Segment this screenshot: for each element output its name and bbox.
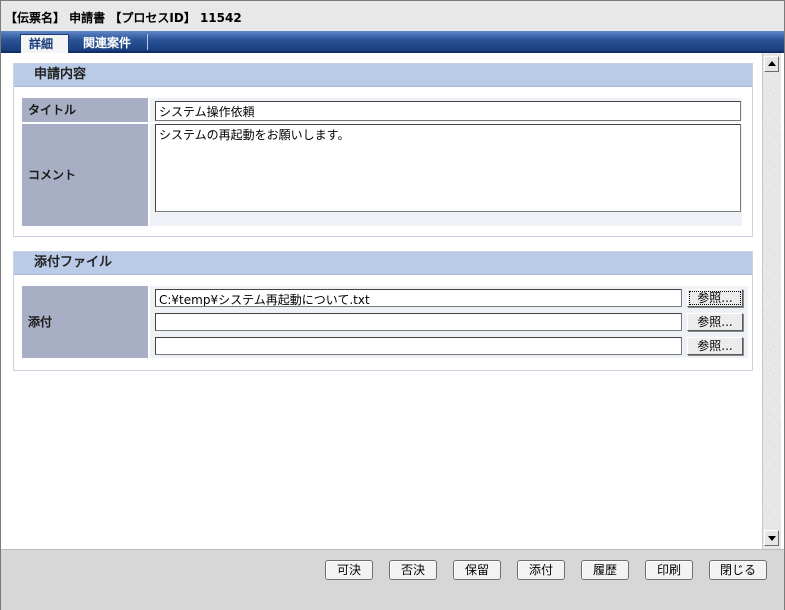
- attachments-section: 添付ファイル 添付 C:¥temp¥システム再起動について.txt 参照... …: [13, 251, 753, 371]
- title-input[interactable]: システム操作依頼: [155, 101, 741, 121]
- scroll-down-button[interactable]: [764, 530, 779, 546]
- vertical-scrollbar[interactable]: [762, 53, 781, 549]
- scroll-up-button[interactable]: [764, 56, 779, 72]
- attachment-file-input-1[interactable]: C:¥temp¥システム再起動について.txt: [155, 289, 682, 307]
- hold-button[interactable]: 保留: [453, 560, 501, 580]
- scroll-down-arrow-icon: [768, 536, 776, 541]
- browse-button-1[interactable]: 参照...: [687, 289, 743, 307]
- tab-bar: 詳細 関連案件: [1, 31, 784, 53]
- attach-button[interactable]: 添付: [517, 560, 565, 580]
- section-title-attachments: 添付ファイル: [14, 252, 752, 275]
- attachment-file-input-3[interactable]: [155, 337, 682, 355]
- application-window: 【伝票名】 申請書 【プロセスID】 11542 詳細 関連案件 申請内容 タイ…: [0, 0, 785, 610]
- title-label: タイトル: [22, 98, 148, 122]
- window-title: 【伝票名】 申請書 【プロセスID】 11542: [1, 1, 784, 31]
- comment-label: コメント: [22, 124, 148, 226]
- tab-separator: [147, 34, 148, 50]
- tab-related-cases[interactable]: 関連案件: [75, 34, 139, 53]
- reject-button[interactable]: 否決: [389, 560, 437, 580]
- action-bar: 可決 否決 保留 添付 履歴 印刷 閉じる: [1, 549, 784, 610]
- comment-textarea[interactable]: システムの再起動をお願いします。: [155, 124, 741, 212]
- main-content: 申請内容 タイトル システム操作依頼 コメント システムの再起動をお願いします。…: [1, 53, 761, 549]
- browse-button-3[interactable]: 参照...: [687, 337, 743, 355]
- approve-button[interactable]: 可決: [325, 560, 373, 580]
- close-button[interactable]: 閉じる: [709, 560, 767, 580]
- tab-details[interactable]: 詳細: [20, 34, 69, 53]
- section-title-application: 申請内容: [14, 64, 752, 87]
- application-details-section: 申請内容 タイトル システム操作依頼 コメント システムの再起動をお願いします。: [13, 63, 753, 237]
- scroll-up-arrow-icon: [768, 61, 776, 66]
- history-button[interactable]: 履歴: [581, 560, 629, 580]
- browse-button-2[interactable]: 参照...: [687, 313, 743, 331]
- print-button[interactable]: 印刷: [645, 560, 693, 580]
- attachment-file-input-2[interactable]: [155, 313, 682, 331]
- attachment-label: 添付: [22, 286, 148, 358]
